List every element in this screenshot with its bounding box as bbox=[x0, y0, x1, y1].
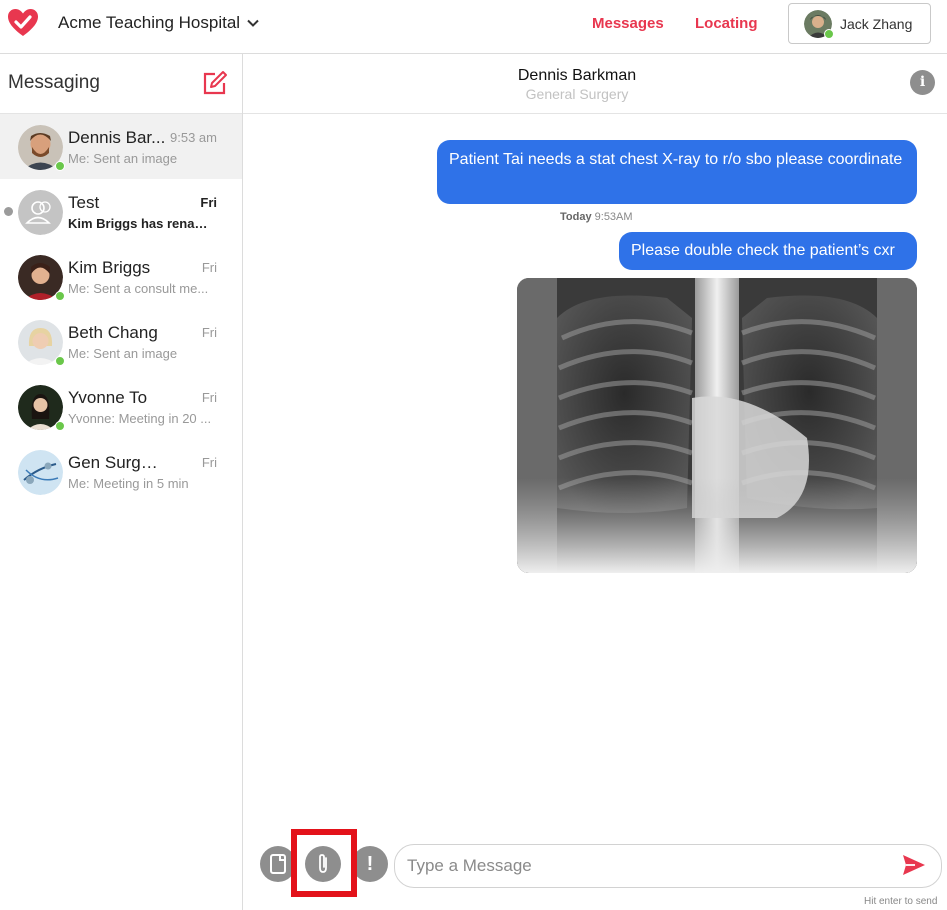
online-indicator bbox=[55, 291, 65, 301]
group-avatar bbox=[18, 450, 63, 495]
priority-alert-button[interactable]: ! bbox=[352, 846, 388, 882]
group-avatar bbox=[18, 190, 63, 235]
attach-button[interactable] bbox=[305, 846, 341, 882]
chevron-down-icon bbox=[247, 19, 259, 27]
online-indicator bbox=[55, 421, 65, 431]
conversation-preview: Me: Sent an image bbox=[68, 346, 178, 361]
avatar bbox=[18, 125, 65, 171]
conversation-time: Fri bbox=[201, 390, 217, 405]
conversation-item[interactable]: Gen Surgery Te... Fri Me: Meeting in 5 m… bbox=[0, 439, 242, 504]
timestamp-day: Today bbox=[560, 211, 592, 223]
org-switcher[interactable]: Acme Teaching Hospital bbox=[58, 13, 260, 33]
conversation-preview: Me: Sent an image bbox=[68, 151, 178, 166]
conversation-preview: Yvonne: Meeting in 20 ... bbox=[68, 411, 212, 426]
conversation-time: Fri bbox=[201, 455, 217, 470]
avatar bbox=[18, 255, 65, 301]
avatar bbox=[18, 385, 65, 431]
conversation-preview: Kim Briggs has renam... bbox=[68, 216, 216, 231]
user-avatar bbox=[804, 9, 834, 39]
online-indicator bbox=[824, 28, 834, 39]
send-hint: Hit enter to send bbox=[864, 896, 938, 907]
conversation-sidebar: Messaging Dennis Bar... 9:53 am Me: Sent… bbox=[0, 54, 243, 910]
compose-icon[interactable] bbox=[202, 70, 228, 96]
conversation-name: Test bbox=[68, 193, 100, 212]
heart-logo-icon[interactable] bbox=[6, 6, 40, 40]
conversation-item[interactable]: Beth Chang Fri Me: Sent an image bbox=[0, 309, 242, 374]
contact-department: General Surgery bbox=[525, 86, 629, 102]
contact-name: Dennis Barkman bbox=[517, 67, 637, 84]
chat-header: Dennis Barkman General Surgery i bbox=[243, 54, 947, 114]
online-indicator bbox=[55, 161, 65, 171]
nav-locating[interactable]: Locating bbox=[695, 15, 758, 32]
unread-indicator bbox=[4, 207, 13, 216]
info-icon[interactable]: i bbox=[910, 70, 935, 95]
conversation-item[interactable]: Kim Briggs Fri Me: Sent a consult me... bbox=[0, 244, 242, 309]
chest-xray-image[interactable] bbox=[517, 278, 917, 573]
conversation-item[interactable]: Test Fri Kim Briggs has renam... bbox=[0, 179, 242, 244]
message-bubble: Patient Tai needs a stat chest X-ray to … bbox=[437, 140, 917, 204]
conversation-preview: Me: Sent a consult me... bbox=[68, 281, 209, 296]
user-name: Jack Zhang bbox=[840, 15, 913, 32]
conversation-item[interactable]: Dennis Bar... 9:53 am Me: Sent an image bbox=[0, 114, 242, 179]
user-menu-button[interactable]: Jack Zhang bbox=[788, 3, 931, 44]
notes-button[interactable] bbox=[260, 846, 296, 882]
conversation-preview: Me: Meeting in 5 min bbox=[68, 476, 189, 491]
conversation-time: Fri bbox=[201, 260, 217, 275]
timestamp-time: 9:53AM bbox=[594, 211, 633, 223]
top-bar: Acme Teaching Hospital Messages Locating… bbox=[0, 0, 947, 54]
sidebar-header: Messaging bbox=[0, 54, 242, 114]
conversation-name: Yvonne To bbox=[68, 388, 148, 407]
avatar bbox=[18, 320, 65, 366]
send-icon[interactable] bbox=[902, 854, 926, 876]
conversation-name: Kim Briggs bbox=[68, 258, 151, 277]
conversation-time: Fri bbox=[200, 195, 217, 210]
org-name: Acme Teaching Hospital bbox=[58, 13, 241, 32]
message-input[interactable] bbox=[394, 844, 942, 888]
message-timestamp: Today 9:53AM bbox=[560, 211, 633, 223]
paperclip-icon bbox=[319, 854, 327, 873]
conversation-item[interactable]: Yvonne To Fri Yvonne: Meeting in 20 ... bbox=[0, 374, 242, 439]
document-icon bbox=[270, 854, 286, 874]
conversation-name: Gen Surgery Te... bbox=[68, 453, 166, 472]
conversation-name: Dennis Bar... bbox=[68, 128, 166, 147]
message-bubble: Please double check the patient’s cxr bbox=[619, 232, 917, 270]
conversation-name: Beth Chang bbox=[68, 323, 158, 342]
conversation-time: 9:53 am bbox=[170, 130, 217, 145]
conversation-time: Fri bbox=[201, 325, 217, 340]
nav-messages[interactable]: Messages bbox=[592, 15, 664, 32]
sidebar-title: Messaging bbox=[8, 72, 100, 93]
online-indicator bbox=[55, 356, 65, 366]
